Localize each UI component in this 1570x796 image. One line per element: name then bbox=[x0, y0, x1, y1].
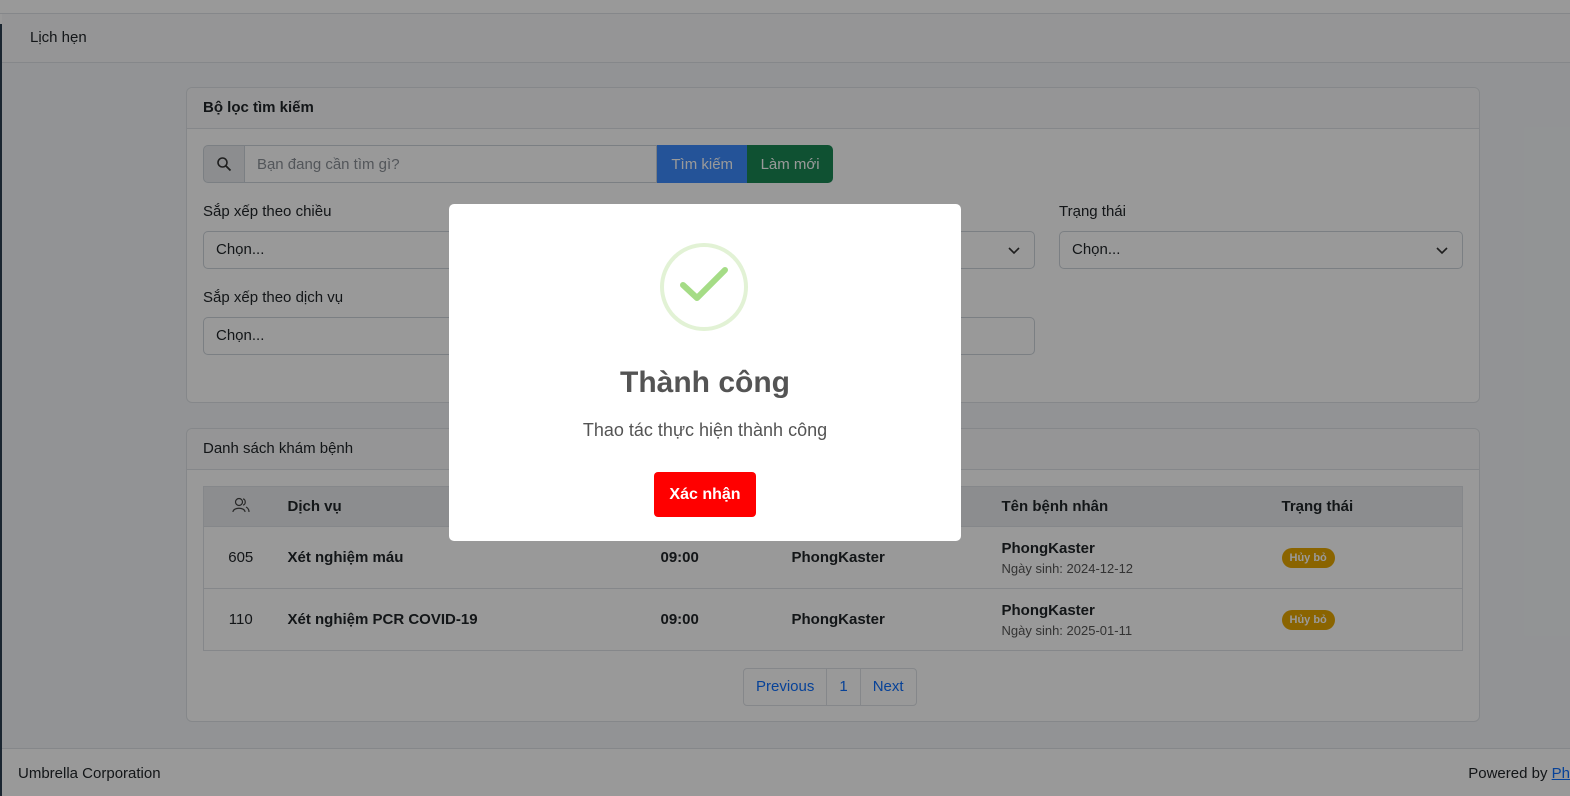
modal-title: Thành công bbox=[620, 366, 790, 399]
success-check-icon bbox=[660, 243, 748, 331]
modal-message: Thao tác thực hiện thành công bbox=[582, 420, 828, 440]
success-modal: Thành công Thao tác thực hiện thành công… bbox=[449, 204, 961, 541]
confirm-button[interactable]: Xác nhận bbox=[654, 472, 756, 517]
